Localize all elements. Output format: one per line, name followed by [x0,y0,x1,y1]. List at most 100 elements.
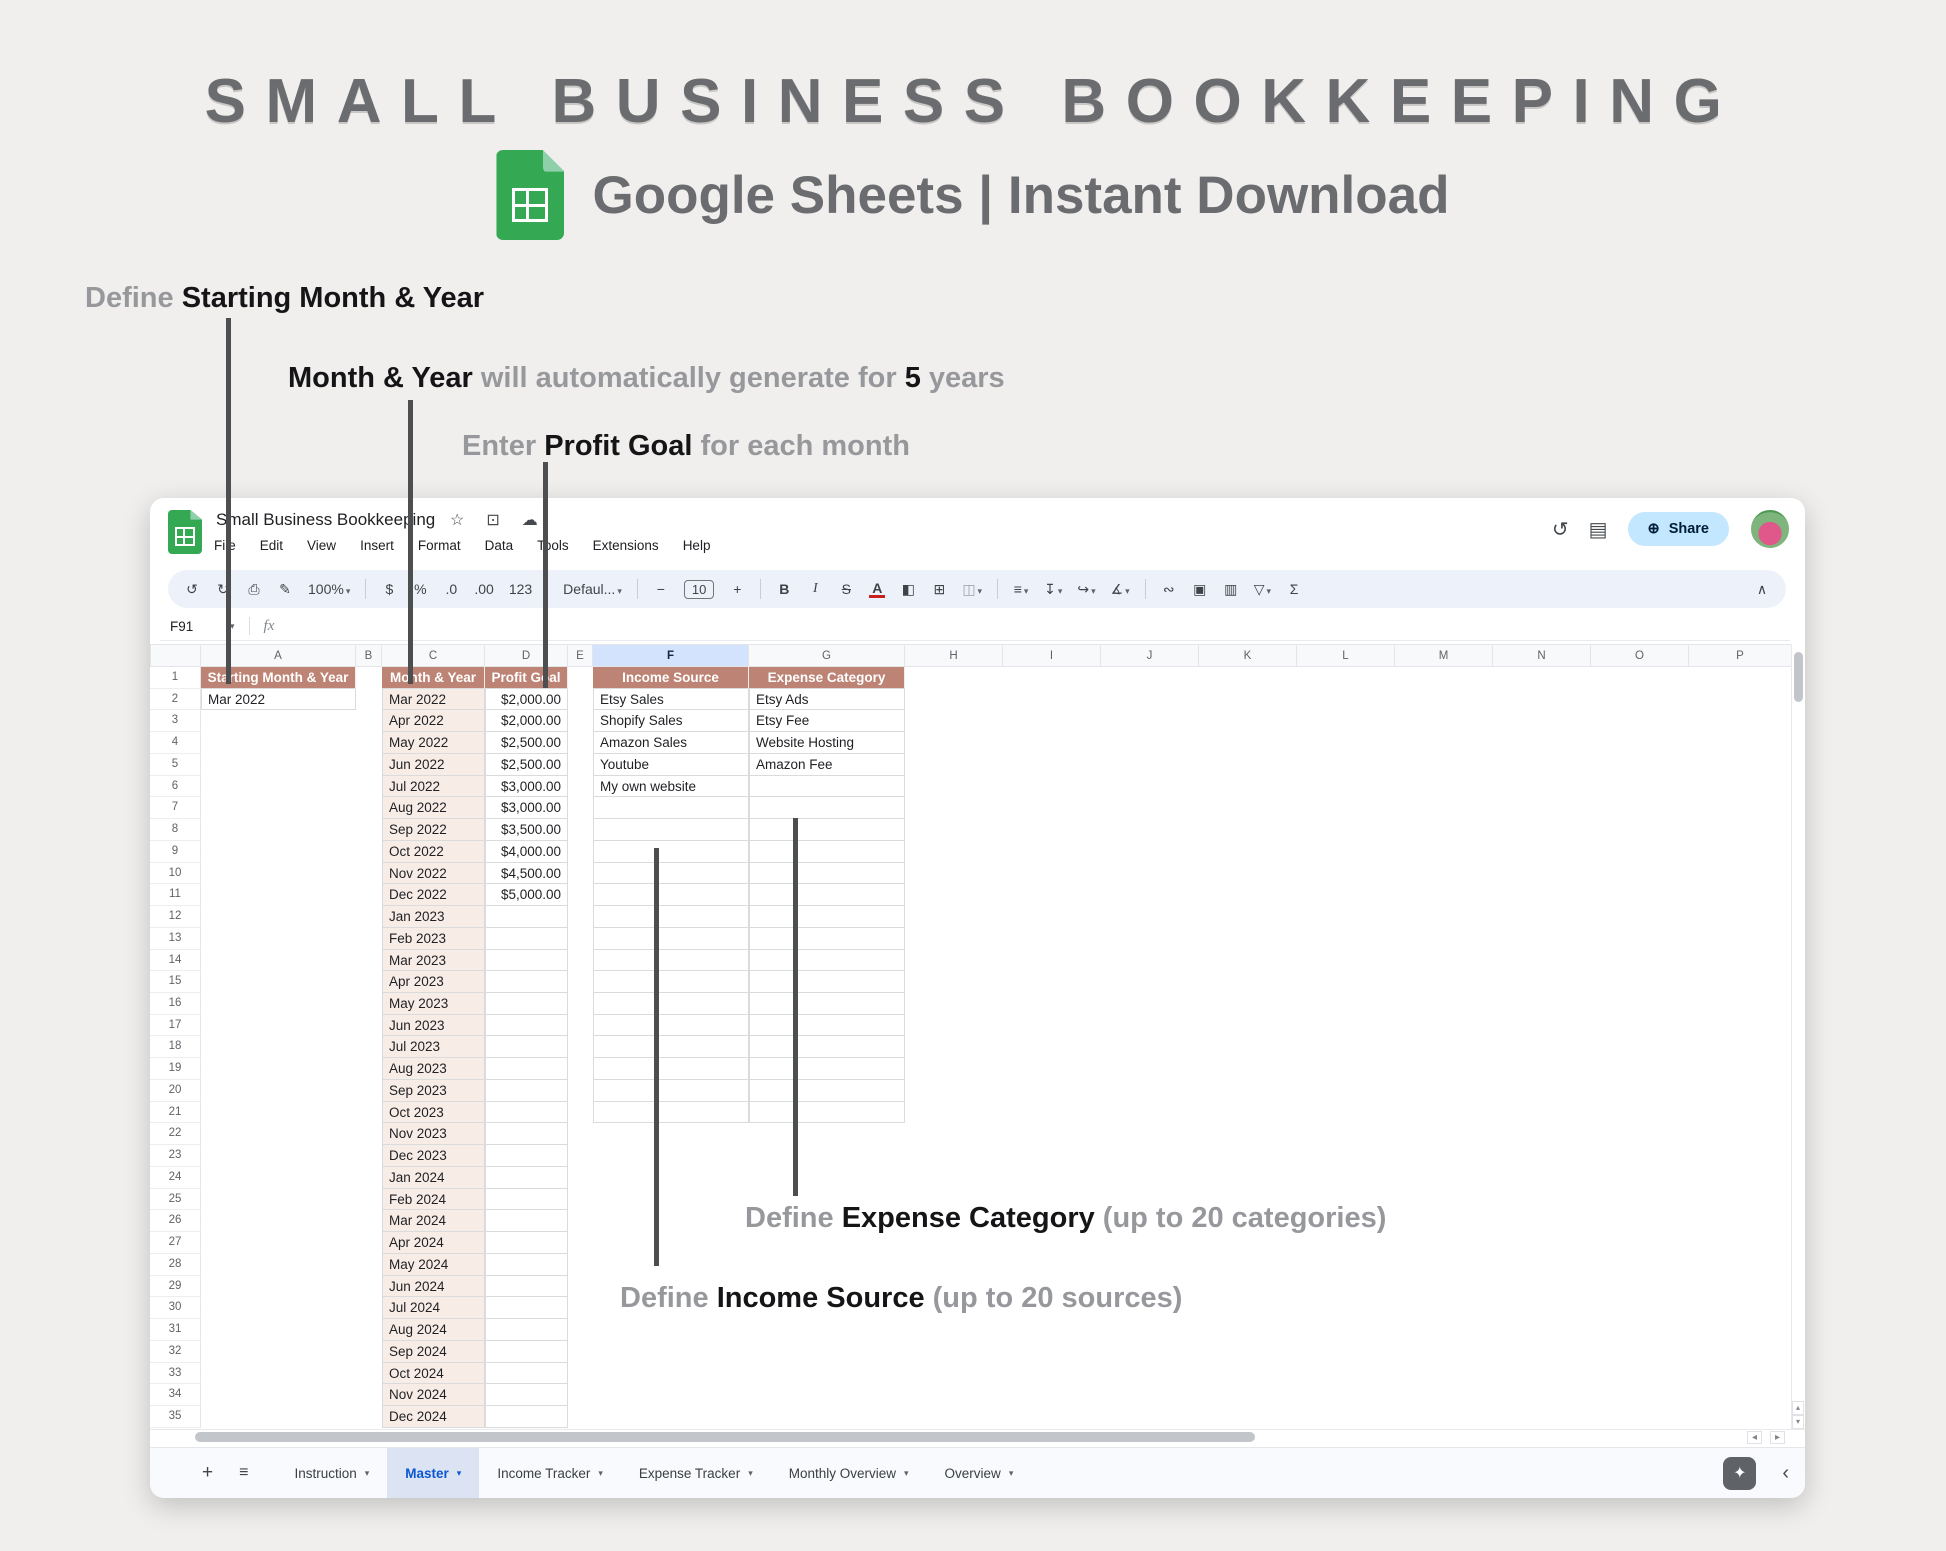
cell-O23[interactable] [1591,1145,1689,1167]
cell-N30[interactable] [1493,1297,1591,1319]
cell-M14[interactable] [1395,950,1493,972]
cell-M31[interactable] [1395,1319,1493,1341]
cell-I20[interactable] [1003,1080,1101,1102]
cell-H33[interactable] [905,1363,1003,1385]
cell-H7[interactable] [905,797,1003,819]
row-header-11[interactable]: 11 [150,884,201,906]
cell-D6[interactable]: $3,000.00 [485,776,568,798]
row-header-4[interactable]: 4 [150,732,201,754]
tab-caret-icon[interactable]: ▾ [904,1468,909,1479]
paint-format-icon[interactable]: ✎ [277,581,293,598]
cell-D14[interactable] [485,950,568,972]
cell-F4[interactable]: Amazon Sales [593,732,749,754]
cell-L6[interactable] [1297,776,1395,798]
cell-F8[interactable] [593,819,749,841]
cell-O35[interactable] [1591,1406,1689,1428]
cell-J9[interactable] [1101,841,1199,863]
vertical-scrollbar-thumb[interactable] [1794,652,1803,702]
cell-F22[interactable] [593,1123,749,1145]
cell-N22[interactable] [1493,1123,1591,1145]
cell-G28[interactable] [749,1254,905,1276]
row-header-32[interactable]: 32 [150,1341,201,1363]
cell-O7[interactable] [1591,797,1689,819]
cell-G31[interactable] [749,1319,905,1341]
cell-C5[interactable]: Jun 2022 [382,754,485,776]
row-header-26[interactable]: 26 [150,1210,201,1232]
cell-O27[interactable] [1591,1232,1689,1254]
cell-C8[interactable]: Sep 2022 [382,819,485,841]
cell-H13[interactable] [905,928,1003,950]
cell-N25[interactable] [1493,1189,1591,1211]
cell-I2[interactable] [1003,689,1101,711]
cell-O30[interactable] [1591,1297,1689,1319]
cell-P10[interactable] [1689,863,1792,885]
cell-P23[interactable] [1689,1145,1792,1167]
cell-L21[interactable] [1297,1102,1395,1124]
cell-B2[interactable] [356,689,382,711]
cell-P29[interactable] [1689,1276,1792,1298]
cell-L10[interactable] [1297,863,1395,885]
cell-I8[interactable] [1003,819,1101,841]
menu-help[interactable]: Help [683,538,711,553]
cell-G18[interactable] [749,1036,905,1058]
cell-N21[interactable] [1493,1102,1591,1124]
cell-N27[interactable] [1493,1232,1591,1254]
cell-O32[interactable] [1591,1341,1689,1363]
cell-L28[interactable] [1297,1254,1395,1276]
tab-caret-icon[interactable]: ▾ [598,1468,603,1479]
cell-A32[interactable] [201,1341,356,1363]
increase-font-size-button[interactable]: + [729,581,745,597]
cell-I19[interactable] [1003,1058,1101,1080]
decrease-font-size-button[interactable]: − [653,581,669,597]
cell-B16[interactable] [356,993,382,1015]
cell-K29[interactable] [1199,1276,1297,1298]
cell-K32[interactable] [1199,1341,1297,1363]
cell-A3[interactable] [201,710,356,732]
tab-expense-tracker[interactable]: Expense Tracker▾ [621,1448,771,1498]
collapse-side-panel-icon[interactable]: ‹ [1782,1462,1789,1485]
row-header-30[interactable]: 30 [150,1297,201,1319]
cell-F28[interactable] [593,1254,749,1276]
cell-P2[interactable] [1689,689,1792,711]
cell-I17[interactable] [1003,1015,1101,1037]
cell-K4[interactable] [1199,732,1297,754]
cell-J8[interactable] [1101,819,1199,841]
cell-M17[interactable] [1395,1015,1493,1037]
cell-A28[interactable] [201,1254,356,1276]
cell-N29[interactable] [1493,1276,1591,1298]
cell-D17[interactable] [485,1015,568,1037]
cell-L29[interactable] [1297,1276,1395,1298]
cell-C6[interactable]: Jul 2022 [382,776,485,798]
cell-E32[interactable] [568,1341,593,1363]
cell-O25[interactable] [1591,1189,1689,1211]
row-header-16[interactable]: 16 [150,993,201,1015]
cell-M15[interactable] [1395,971,1493,993]
cell-N33[interactable] [1493,1363,1591,1385]
cell-F33[interactable] [593,1363,749,1385]
cell-H22[interactable] [905,1123,1003,1145]
cell-J16[interactable] [1101,993,1199,1015]
cell-M28[interactable] [1395,1254,1493,1276]
cell-D11[interactable]: $5,000.00 [485,884,568,906]
cell-O5[interactable] [1591,754,1689,776]
cell-P11[interactable] [1689,884,1792,906]
cell-H20[interactable] [905,1080,1003,1102]
cell-A22[interactable] [201,1123,356,1145]
cell-M21[interactable] [1395,1102,1493,1124]
cell-M32[interactable] [1395,1341,1493,1363]
cell-O2[interactable] [1591,689,1689,711]
cell-C15[interactable]: Apr 2023 [382,971,485,993]
cell-K28[interactable] [1199,1254,1297,1276]
cell-B12[interactable] [356,906,382,928]
cell-I12[interactable] [1003,906,1101,928]
horizontal-align-icon[interactable]: ≡▾ [1013,581,1029,597]
cell-E11[interactable] [568,884,593,906]
cell-A29[interactable] [201,1276,356,1298]
font-select[interactable]: Defaul...▾ [563,581,622,597]
cell-D29[interactable] [485,1276,568,1298]
row-header-20[interactable]: 20 [150,1080,201,1102]
cell-J24[interactable] [1101,1167,1199,1189]
row-header-14[interactable]: 14 [150,950,201,972]
cell-K9[interactable] [1199,841,1297,863]
row-header-31[interactable]: 31 [150,1319,201,1341]
